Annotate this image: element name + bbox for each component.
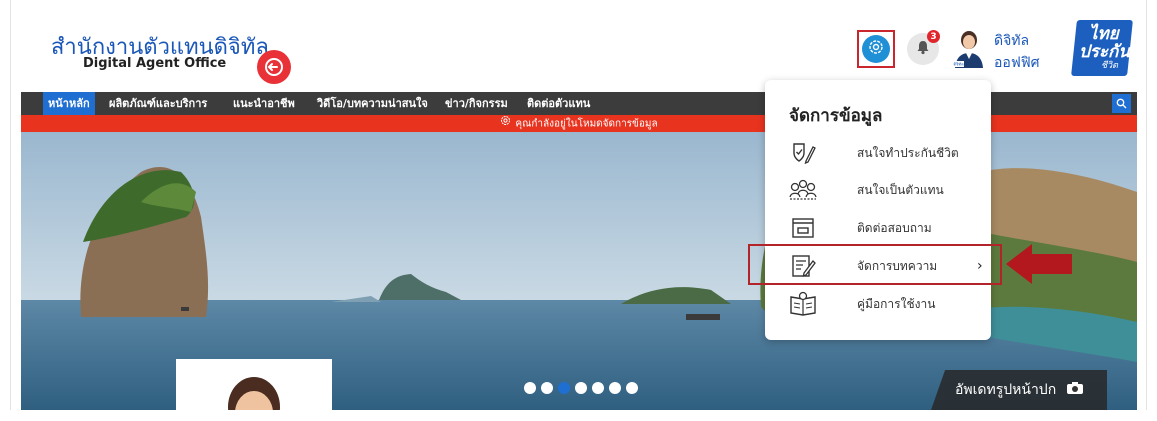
logo-english-text[interactable]: Digital Agent Office: [83, 56, 226, 71]
update-cover-label: อัพเดทรูปหน้าปก: [955, 382, 1057, 398]
nav-search-button[interactable]: [1112, 94, 1131, 113]
avatar-caption: ดิจิทัล: [953, 62, 964, 67]
brand-logo-line3: ชีวิต: [1101, 61, 1119, 71]
inbox-icon: [789, 214, 817, 242]
edit-mode-text: คุณกำลังอยู่ในโหมดจัดการข้อมูล: [515, 118, 658, 130]
nav-item-career[interactable]: แนะนำอาชีพ: [233, 92, 295, 115]
carousel-dots: [524, 382, 638, 394]
header: สำนักงานตัวแทนดิจิทัล Digital Agent Offi…: [11, 0, 1146, 92]
carousel-dot[interactable]: [609, 382, 621, 394]
profile-photo-card[interactable]: [176, 359, 332, 410]
data-management-menu: จัดการข้อมูล สนใจทำประกันชีวิต สนใจเป็นต…: [765, 80, 991, 340]
shield-pen-icon: [789, 139, 817, 167]
nav-item-news[interactable]: ข่าว/กิจกรรม: [445, 92, 508, 115]
search-icon: [1116, 94, 1127, 113]
annotation-arrow-icon: [1006, 244, 1074, 288]
notification-badge: 3: [927, 30, 940, 43]
user-name-line2: ออฟฟิศ: [994, 55, 1040, 71]
nav-item-products[interactable]: ผลิตภัณฑ์และบริการ: [109, 92, 207, 115]
carousel-dot[interactable]: [592, 382, 604, 394]
menu-item-life-insurance-interest[interactable]: สนใจทำประกันชีวิต: [789, 138, 989, 168]
carousel-dot[interactable]: [575, 382, 587, 394]
carousel-dot[interactable]: [626, 382, 638, 394]
menu-item-label: ติดต่อสอบถาม: [857, 220, 932, 235]
gear-icon: [867, 38, 885, 60]
menu-item-user-manual[interactable]: คู่มือการใช้งาน: [789, 289, 989, 319]
settings-button[interactable]: [862, 35, 890, 63]
nav-item-home[interactable]: หน้าหลัก: [43, 92, 95, 115]
carousel-dot-active[interactable]: [558, 382, 570, 394]
settings-button-highlight: [857, 30, 895, 68]
group-people-icon: [789, 176, 817, 204]
menu-title: จัดการข้อมูล: [789, 106, 883, 126]
menu-item-label: สนใจทำประกันชีวิต: [857, 145, 959, 160]
menu-item-label: คู่มือการใช้งาน: [857, 296, 936, 311]
gear-icon: [500, 115, 511, 132]
nav-item-videos-articles[interactable]: วิดีโอ/บทความน่าสนใจ: [317, 92, 428, 115]
bell-icon: [915, 39, 931, 59]
manual-book-icon: [789, 290, 817, 318]
menu-item-agent-interest[interactable]: สนใจเป็นตัวแทน: [789, 175, 989, 205]
user-name-line1: ดิจิทัล: [994, 33, 1030, 49]
update-cover-button[interactable]: อัพเดทรูปหน้าปก: [931, 370, 1107, 410]
menu-item-contact-inquiry[interactable]: ติดต่อสอบถาม: [789, 213, 989, 243]
manage-articles-highlight: [748, 244, 1002, 285]
camera-icon: [1066, 381, 1084, 399]
user-name[interactable]: ดิจิทัล ออฟฟิศ: [994, 30, 1040, 74]
avatar[interactable]: ดิจิทัล: [951, 28, 987, 68]
menu-item-label: สนใจเป็นตัวแทน: [857, 182, 944, 197]
carousel-dot[interactable]: [541, 382, 553, 394]
nav-item-contact-agent[interactable]: ติดต่อตัวแทน: [527, 92, 590, 115]
logout-icon[interactable]: [257, 50, 291, 84]
carousel-dot[interactable]: [524, 382, 536, 394]
